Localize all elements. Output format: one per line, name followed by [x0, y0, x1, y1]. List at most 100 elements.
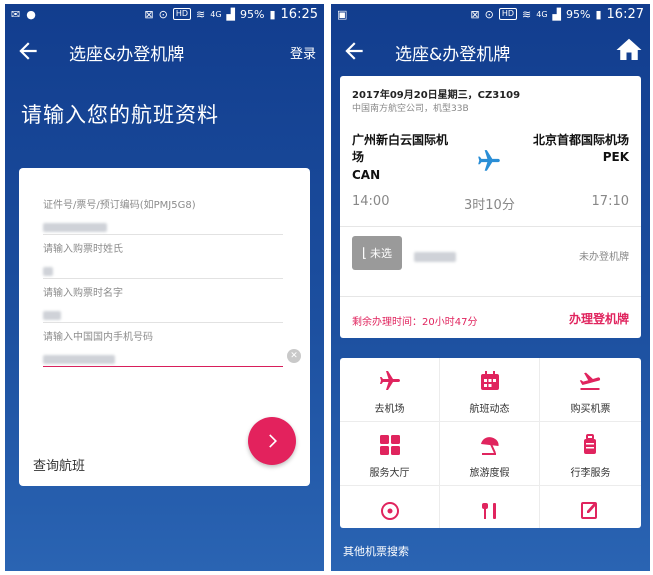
service-label: 去机场 [374, 404, 405, 415]
service-partial-2[interactable] [440, 486, 540, 528]
ticket-number-input[interactable] [43, 217, 283, 235]
service-flight-status[interactable]: 航班动态 [440, 358, 540, 422]
checkin-button[interactable]: 办理登机牌 [569, 310, 629, 327]
flight-duration: 3时10分 [464, 198, 515, 213]
arrival-airport: 北京首都国际机场 [532, 133, 629, 147]
redacted-value [43, 355, 115, 364]
right-screen: ▣ ⊠ ⊙ HD ≋ 4G ▟ 95% ▮ 16:27 选座&办登机牌 2017… [331, 4, 650, 571]
departure-code: CAN [352, 168, 381, 182]
service-to-airport[interactable]: 去机场 [340, 358, 440, 422]
clock: 16:27 [606, 6, 644, 22]
arrival-code: PEK [602, 150, 629, 164]
field-label: 请输入中国国内手机号码 [43, 332, 153, 343]
network-label: 4G [210, 9, 222, 19]
services-grid: 去机场 航班动态 购买机票 服务大厅 旅游度假 行李服务 [340, 358, 641, 528]
redacted-passenger-name [414, 252, 456, 262]
left-screen: ✉ ● ⊠ ⊙ HD ≋ 4G ▟ 95% ▮ 16:25 选座&办登机牌 登录… [5, 4, 324, 571]
redacted-value [43, 267, 53, 276]
chat-icon: ● [26, 7, 36, 21]
luggage-icon [584, 434, 596, 454]
remaining-time: 剩余办理时间：20小时47分 [352, 317, 478, 328]
field-label: 证件号/票号/预订编码(如PMJ5G8) [43, 200, 196, 211]
signal-icon: ▟ [552, 7, 562, 21]
departure-airport-line2: 场 [352, 150, 365, 164]
battery-label: 95% [240, 7, 265, 21]
departure-airport-line1: 广州新白云国际机 [352, 133, 449, 147]
departure-time: 14:00 [352, 194, 390, 209]
clear-icon[interactable]: ✕ [287, 349, 301, 363]
home-icon[interactable] [614, 35, 644, 65]
service-buy-ticket[interactable]: 购买机票 [540, 358, 641, 422]
flight-card: 2017年09月20日星期三，CZ3109 中国南方航空公司，机型33B 广州新… [340, 76, 641, 338]
battery-icon: ▮ [269, 7, 276, 21]
page-title: 选座&办登机牌 [395, 45, 511, 65]
wifi-icon: ≋ [196, 7, 206, 21]
other-ticket-search-link[interactable]: 其他机票搜索 [343, 543, 409, 559]
service-hall[interactable]: 服务大厅 [340, 422, 440, 486]
login-button[interactable]: 登录 [290, 43, 316, 62]
battery-icon: ▮ [595, 7, 602, 21]
mail-icon: ✉ [11, 7, 21, 21]
form-heading: 请输入您的航班资料 [21, 103, 219, 127]
surname-input[interactable] [43, 261, 283, 279]
airline-info: 中国南方航空公司，机型33B [352, 104, 469, 114]
given-name-field[interactable]: 请输入购票时名字 [43, 284, 283, 323]
field-label: 请输入购票时姓氏 [43, 244, 123, 255]
given-name-input[interactable] [43, 305, 283, 323]
signal-icon: ▟ [226, 7, 236, 21]
back-arrow-icon[interactable] [341, 38, 367, 64]
hd-badge: HD [172, 8, 192, 20]
back-arrow-icon[interactable] [15, 38, 41, 64]
app-bar: 选座&办登机牌 登录 [5, 28, 324, 74]
divider [340, 296, 641, 297]
alarm-icon: ⊙ [158, 7, 168, 21]
service-label: 行李服务 [570, 468, 611, 479]
departure-airport: 广州新白云国际机 场 [352, 132, 472, 166]
airplane-icon [478, 150, 500, 171]
alarm-icon: ⊙ [484, 7, 494, 21]
status-bar: ▣ ⊠ ⊙ HD ≋ 4G ▟ 95% ▮ 16:27 [331, 4, 650, 24]
plane-takeoff-icon [579, 372, 601, 390]
phone-input[interactable]: ✕ [43, 349, 301, 367]
query-submit-button[interactable] [248, 417, 296, 465]
wifi-icon: ≋ [522, 7, 532, 21]
service-partial-1[interactable] [340, 486, 440, 528]
app-bar: 选座&办登机牌 [331, 28, 650, 74]
arrival-time: 17:10 [591, 194, 629, 209]
mute-icon: ⊠ [144, 7, 154, 21]
chevron-right-icon [269, 434, 277, 448]
seat-status: 未选 [370, 247, 393, 260]
battery-label: 95% [566, 7, 591, 21]
surname-field[interactable]: 请输入购票时姓氏 [43, 240, 283, 279]
service-partial-3[interactable] [540, 486, 641, 528]
service-luggage[interactable]: 行李服务 [540, 422, 641, 486]
redacted-value [43, 311, 61, 320]
dining-icon [482, 503, 496, 519]
service-vacation[interactable]: 旅游度假 [440, 422, 540, 486]
query-flight-label: 查询航班 [33, 459, 86, 474]
seat-select-button[interactable]: ⌊ 未选 [352, 236, 402, 270]
plane-icon [380, 371, 400, 390]
service-label: 旅游度假 [469, 468, 510, 479]
page-title: 选座&办登机牌 [69, 45, 185, 65]
edit-note-icon [581, 502, 597, 519]
phone-field[interactable]: 请输入中国国内手机号码 ✕ [43, 328, 301, 367]
status-bar: ✉ ● ⊠ ⊙ HD ≋ 4G ▟ 95% ▮ 16:25 [5, 4, 324, 24]
flight-date: 2017年09月20日星期三，CZ3109 [352, 90, 521, 101]
mute-icon: ⊠ [470, 7, 480, 21]
service-label: 航班动态 [469, 404, 510, 415]
gallery-icon: ▣ [337, 7, 348, 21]
service-label: 购买机票 [570, 404, 611, 415]
network-label: 4G [536, 9, 548, 19]
redacted-value [43, 223, 107, 232]
umbrella-icon [481, 437, 499, 455]
field-label: 请输入购票时名字 [43, 288, 123, 299]
service-label: 服务大厅 [369, 468, 410, 479]
divider [340, 226, 641, 227]
notification-icons: ✉ ● [11, 8, 36, 21]
hd-badge: HD [498, 8, 518, 20]
calendar-icon [481, 371, 499, 390]
grid-icon [380, 435, 400, 455]
clock: 16:25 [280, 6, 318, 22]
ticket-number-field[interactable]: 证件号/票号/预订编码(如PMJ5G8) [43, 196, 283, 235]
